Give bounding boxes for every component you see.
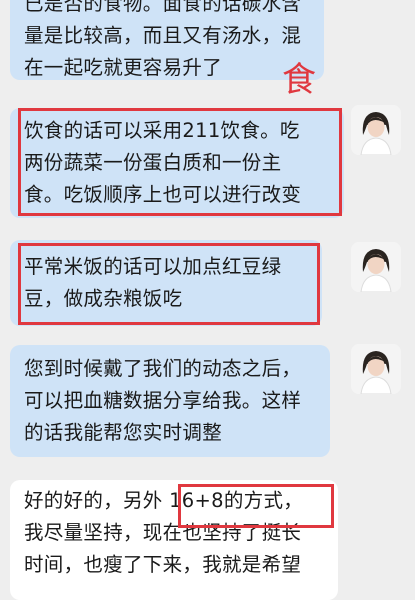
message-line: 豆，做成杂粮饭吃 (24, 287, 183, 310)
avatar[interactable] (351, 105, 401, 155)
message-line: 好的好的，另外 16+8的方式， (24, 489, 304, 512)
avatar[interactable] (351, 242, 401, 292)
message-line: 您到时候戴了我们的动态之后， (24, 357, 302, 380)
message-line: 在一起吃就更容易升了 (24, 56, 223, 79)
message-bubble-agent: 您到时候戴了我们的动态之后， 可以把血糖数据分享给我。这样 的话我能帮您实时调整 (10, 345, 330, 457)
woman-portrait-icon (351, 344, 401, 394)
message-line: 量是比较高，而且又有汤水，混 (24, 24, 302, 47)
handwritten-annotation: 食 (282, 60, 316, 100)
avatar[interactable] (351, 344, 401, 394)
message-line: 饮食的话可以采用211饮食。吃 (24, 119, 300, 142)
message-line: 平常米饭的话可以加点红豆绿 (24, 255, 282, 278)
message-line: 已是否的食物。面食的话碳水含 (24, 0, 302, 15)
message-bubble-agent: 饮食的话可以采用211饮食。吃 两份蔬菜一份蛋白质和一份主 食。吃饭顺序上也可以… (10, 108, 344, 218)
message-line: 我尽量坚持，现在也坚持了挺长 (24, 521, 302, 544)
message-bubble-user: 好的好的，另外 16+8的方式， 我尽量坚持，现在也坚持了挺长 时间，也瘦了下来… (10, 480, 338, 600)
message-line: 两份蔬菜一份蛋白质和一份主 (24, 151, 282, 174)
message-line: 可以把血糖数据分享给我。这样 (24, 389, 302, 412)
message-bubble-agent: 平常米饭的话可以加点红豆绿 豆，做成杂粮饭吃 (10, 240, 322, 326)
woman-portrait-icon (351, 105, 401, 155)
message-bubble-agent: 已是否的食物。面食的话碳水含 量是比较高，而且又有汤水，混 在一起吃就更容易升了 (10, 0, 324, 80)
message-line: 时间，也瘦了下来，我就是希望 (24, 553, 302, 576)
woman-portrait-icon (351, 242, 401, 292)
message-line: 食。吃饭顺序上也可以进行改变 (24, 183, 302, 206)
message-line: 的话我能帮您实时调整 (24, 421, 223, 444)
